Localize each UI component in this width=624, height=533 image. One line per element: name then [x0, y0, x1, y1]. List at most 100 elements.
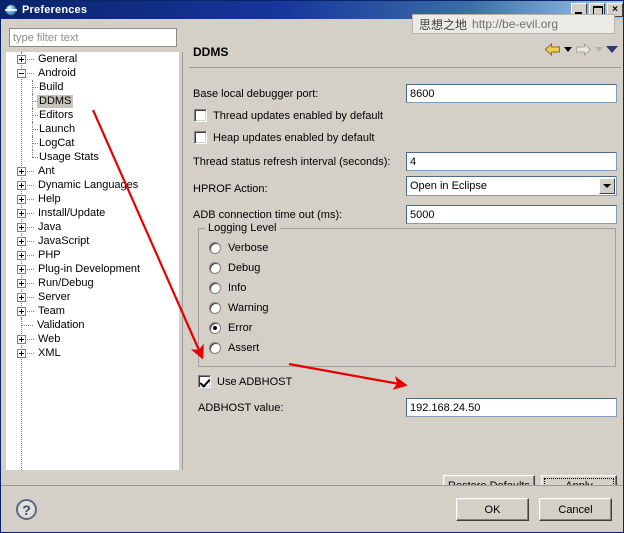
adb-timeout-input[interactable] — [406, 205, 617, 224]
refresh-interval-label: Thread status refresh interval (seconds)… — [193, 156, 391, 168]
sidebar-item-label: JavaScript — [38, 234, 90, 247]
heap-updates-label: Heap updates enabled by default — [213, 131, 375, 144]
logging-level-radio-error[interactable]: Error — [209, 322, 252, 334]
radio-button — [209, 322, 221, 334]
sidebar-item-label: Build — [39, 80, 64, 93]
tree-connector — [27, 184, 34, 186]
checkbox-box — [194, 131, 207, 144]
logging-level-group: Logging Level Verbose Debug Info Warning Err… — [198, 222, 616, 367]
tree-connector — [28, 108, 38, 122]
refresh-interval-input[interactable] — [406, 152, 617, 171]
dialog-body: GeneralAndroidBuildDDMSEditorsLaunchLogC… — [1, 19, 623, 497]
hprof-action-value: Open in Eclipse — [410, 180, 488, 192]
page-menu-chevron-down-icon[interactable] — [606, 46, 618, 53]
tree-connector — [17, 318, 27, 332]
sidebar-item-build[interactable]: Build — [6, 80, 179, 94]
page-title: DDMS — [193, 45, 229, 59]
use-adbhost-checkbox[interactable]: Use ADBHOST — [198, 375, 292, 388]
logging-level-radio-debug[interactable]: Debug — [209, 262, 260, 274]
expand-icon[interactable] — [17, 334, 26, 344]
logging-level-radio-warning[interactable]: Warning — [209, 302, 269, 314]
sidebar-item-ddms[interactable]: DDMS — [6, 94, 179, 108]
sidebar-item-usage-stats[interactable]: Usage Stats — [6, 150, 179, 164]
logging-level-label: Verbose — [228, 242, 269, 254]
expand-icon[interactable] — [17, 306, 26, 316]
base-port-input[interactable] — [406, 84, 617, 103]
watermark-url: http://be-evil.org — [472, 17, 559, 31]
sidebar-item-label: Java — [38, 220, 62, 233]
sidebar-item-editors[interactable]: Editors — [6, 108, 179, 122]
sidebar-item-general[interactable]: General — [6, 52, 179, 66]
collapse-icon[interactable] — [17, 68, 26, 78]
expand-icon[interactable] — [17, 180, 26, 190]
expand-icon[interactable] — [17, 292, 26, 302]
tree-connector — [27, 240, 34, 242]
filter-input[interactable] — [9, 28, 177, 47]
sidebar-item-dynamic-languages[interactable]: Dynamic Languages — [6, 178, 179, 192]
sidebar-item-plug-in-development[interactable]: Plug-in Development — [6, 262, 179, 276]
sidebar-item-xml[interactable]: XML — [6, 346, 179, 360]
tree-connector — [28, 136, 38, 150]
tree-connector — [28, 94, 38, 108]
expand-icon[interactable] — [17, 54, 26, 64]
tree-connector — [28, 122, 38, 136]
expand-icon[interactable] — [17, 348, 26, 358]
sidebar-item-install-update[interactable]: Install/Update — [6, 206, 179, 220]
sidebar-item-php[interactable]: PHP — [6, 248, 179, 262]
adbhost-value-label: ADBHOST value: — [198, 402, 284, 414]
expand-icon[interactable] — [17, 208, 26, 218]
sidebar-item-label: Dynamic Languages — [38, 178, 139, 191]
help-icon[interactable]: ? — [16, 499, 37, 520]
tree-connector — [27, 212, 34, 214]
radio-button — [209, 242, 221, 254]
eclipse-globe-icon — [4, 3, 18, 17]
radio-button — [209, 342, 221, 354]
expand-icon[interactable] — [17, 278, 26, 288]
tree-connector — [27, 72, 34, 74]
back-dropdown-icon[interactable] — [564, 47, 572, 52]
expand-icon[interactable] — [17, 166, 26, 176]
logging-level-label: Info — [228, 282, 247, 294]
sidebar-item-team[interactable]: Team — [6, 304, 179, 318]
expand-icon[interactable] — [17, 250, 26, 260]
back-arrow-icon[interactable] — [544, 43, 561, 56]
thread-updates-checkbox[interactable]: Thread updates enabled by default — [194, 109, 383, 122]
thread-updates-label: Thread updates enabled by default — [213, 109, 384, 122]
logging-level-radio-info[interactable]: Info — [209, 282, 246, 294]
sidebar-item-javascript[interactable]: JavaScript — [6, 234, 179, 248]
sidebar-item-label: Usage Stats — [39, 150, 99, 163]
sidebar-item-label: Validation — [37, 318, 85, 331]
sidebar-item-android[interactable]: Android — [6, 66, 179, 80]
expand-icon[interactable] — [17, 236, 26, 246]
logging-level-radio-verbose[interactable]: Verbose — [209, 242, 268, 254]
ddms-preference-page: DDMS Base local debugger port: 8600 Thre… — [189, 23, 621, 497]
tree-connector — [27, 254, 34, 256]
sidebar-item-launch[interactable]: Launch — [6, 122, 179, 136]
logging-level-legend: Logging Level — [205, 222, 280, 234]
tree-connector — [28, 150, 38, 164]
hprof-action-select[interactable]: Open in Eclipse — [406, 176, 617, 196]
preferences-dialog: Preferences × GeneralAndroidBuildDDMSEdi… — [0, 0, 624, 533]
expand-icon[interactable] — [17, 194, 26, 204]
sidebar-item-ant[interactable]: Ant — [6, 164, 179, 178]
ok-button[interactable]: OK — [456, 498, 529, 521]
tree-connector — [27, 226, 34, 228]
sidebar-item-label: DDMS — [37, 94, 74, 108]
sidebar-item-logcat[interactable]: LogCat — [6, 136, 179, 150]
sidebar-item-validation[interactable]: Validation — [6, 318, 179, 332]
expand-icon[interactable] — [17, 222, 26, 232]
preferences-tree[interactable]: General Android Build DDMS Editors Launch LogC… — [6, 52, 179, 470]
sidebar-item-label: Plug-in Development — [38, 262, 141, 275]
logging-level-radio-assert[interactable]: Assert — [209, 342, 259, 354]
cancel-button[interactable]: Cancel — [539, 498, 612, 521]
tree-connector — [28, 80, 38, 94]
sidebar-item-run-debug[interactable]: Run/Debug — [6, 276, 179, 290]
heap-updates-checkbox[interactable]: Heap updates enabled by default — [194, 131, 374, 144]
sidebar-item-server[interactable]: Server — [6, 290, 179, 304]
adbhost-value-input[interactable] — [406, 398, 617, 417]
sidebar-item-java[interactable]: Java — [6, 220, 179, 234]
sidebar-item-help[interactable]: Help — [6, 192, 179, 206]
sidebar-item-web[interactable]: Web — [6, 332, 179, 346]
chevron-down-icon[interactable] — [599, 178, 615, 194]
expand-icon[interactable] — [17, 264, 26, 274]
